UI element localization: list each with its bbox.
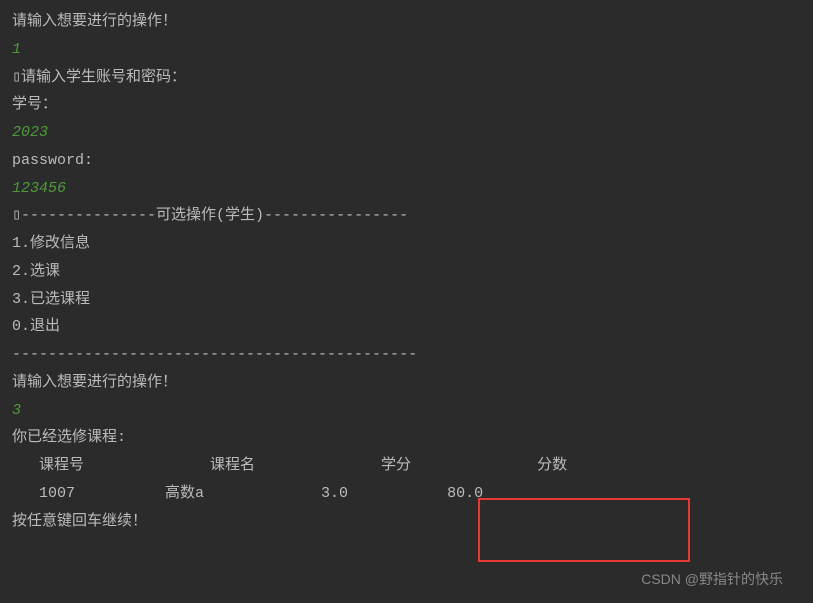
menu-item-1: 1.修改信息 [12,230,801,258]
menu-item-2: 2.选课 [12,258,801,286]
continue-prompt: 按任意键回车继续！ [12,508,801,536]
password-label: password: [12,147,801,175]
menu-header: ▯---------------可选操作(学生)---------------- [12,202,801,230]
student-id-label: 学号： [12,91,801,119]
watermark: CSDN @野指针的快乐 [641,567,783,593]
menu-item-3: 3.已选课程 [12,286,801,314]
operation-prompt-2: 请输入想要进行的操作！ [12,369,801,397]
login-prompt: ▯请输入学生账号和密码： [12,64,801,92]
table-row: 1007 高数a 3.0 80.0 [12,480,801,508]
menu-item-0: 0.退出 [12,313,801,341]
password-input: 123456 [12,175,801,203]
user-input-1: 1 [12,36,801,64]
student-id-input: 2023 [12,119,801,147]
selected-courses-label: 你已经选修课程: [12,424,801,452]
user-input-2: 3 [12,397,801,425]
menu-footer: ----------------------------------------… [12,341,801,369]
table-header: 课程号 课程名 学分 分数 [12,452,801,480]
operation-prompt: 请输入想要进行的操作！ [12,8,801,36]
